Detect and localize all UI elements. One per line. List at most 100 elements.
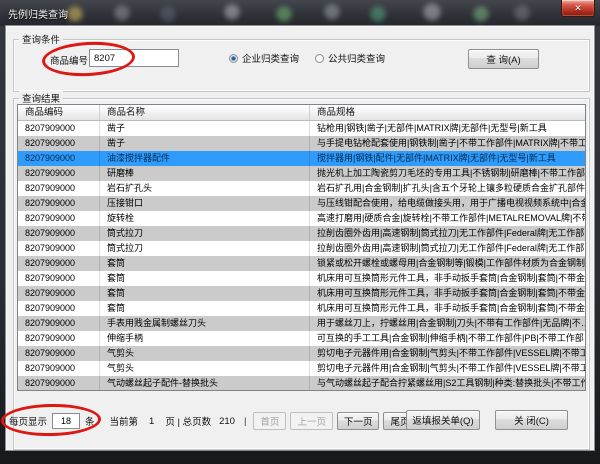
- table-cell: 与手提电钻枪配套使用|钢铁制|凿子|不带工作部件|MATRIX牌|不带工…: [310, 136, 585, 151]
- table-cell: 套筒: [100, 301, 310, 316]
- query-button[interactable]: 查 询(A): [468, 49, 539, 69]
- table-cell: 8207909000: [18, 151, 100, 166]
- table-row[interactable]: 8207909000套筒机床用可互换筒形元件工具，非手动扳手套筒|合金钢制|套筒…: [18, 286, 585, 301]
- table-row[interactable]: 8207909000油漆搅拌器配件搅拌器用|钢铁|配件|无部件|MATRIX牌|…: [18, 151, 585, 166]
- table-cell: 8207909000: [18, 331, 100, 346]
- table-cell: 8207909000: [18, 181, 100, 196]
- table-row[interactable]: 8207909000手表用贱金属制螺丝刀头用于螺丝刀上，拧螺丝用|合金钢制|刀头…: [18, 316, 585, 331]
- table-cell: 旋转栓: [100, 211, 310, 226]
- close-button[interactable]: ✕: [561, 0, 595, 17]
- per-page-label: 每页显示: [9, 414, 47, 428]
- close-icon: ✕: [574, 4, 582, 13]
- table-row[interactable]: 8207909000筒式拉刀拉削齿圈外齿用|高速钢制|筒式拉刀|无工作部件|Fe…: [18, 241, 585, 256]
- table-row[interactable]: 8207909000气剪头剪切电子元器件用|合金钢制|气剪头|不带工作部件|VE…: [18, 361, 585, 376]
- table-cell: 用于螺丝刀上，拧螺丝用|合金钢制|刀头|不带有工作部件|无品牌|不…: [310, 316, 585, 331]
- table-cell: 机床用可互换筒形元件工具，非手动扳手套筒|合金钢制|套筒|不带金刚…: [310, 271, 585, 286]
- table-row[interactable]: 8207909000伸缩手柄可互换的手工工具|合金钢制|伸缩手柄|不带工作部件|…: [18, 331, 585, 346]
- table-row[interactable]: 8207909000压接钳口与压线钳配合使用，给电缆做接头用，用于广播电视视频系…: [18, 196, 585, 211]
- table-row[interactable]: 8207909000套筒机床用可互换筒形元件工具，非手动扳手套筒|合金钢制|套筒…: [18, 301, 585, 316]
- total-pages-label: 页 | 总页数: [165, 414, 211, 428]
- dialog-window: 先例归类查询 ✕ 查询条件 商品编号 企业归类查询 公共归类查询 查 询(A) …: [0, 0, 600, 464]
- table-cell: 套筒: [100, 256, 310, 271]
- current-page-value: 1: [149, 416, 154, 427]
- table-cell: 凿子: [100, 121, 310, 136]
- table-cell: 8207909000: [18, 136, 100, 151]
- first-page-button[interactable]: 首页: [253, 412, 286, 430]
- radio-selected-icon: [229, 54, 238, 63]
- current-page-label: 当前第: [110, 414, 139, 428]
- header-product-code[interactable]: 商品编码: [18, 105, 100, 120]
- next-page-button[interactable]: 下一页: [337, 412, 380, 430]
- radio-public-label: 公共归类查询: [328, 51, 385, 65]
- table-row[interactable]: 8207909000气动螺丝起子配件-替换批头与气动螺丝起子配合拧紧螺丝用|S2…: [18, 376, 585, 391]
- pagination-separator: |: [244, 416, 246, 427]
- table-cell: 机床用可互换筒形元件工具，非手动扳手套筒|合金钢制|套筒|不带金刚…: [310, 301, 585, 316]
- table-cell: 剪切电子元器件用|合金钢制|气剪头|不带工作部件|VESSEL牌|不带工…: [310, 346, 585, 361]
- total-pages-value: 210: [219, 416, 235, 427]
- table-cell: 锁紧或松开螺栓或螺母用|合金钢制等|锻模|工作部件材质为合金钢制|…: [310, 256, 585, 271]
- table-cell: 8207909000: [18, 271, 100, 286]
- table-cell: 气剪头: [100, 346, 310, 361]
- table-cell: 可互换的手工工具|合金钢制|伸缩手柄|不带工作部件|PB|不带工作部…: [310, 331, 585, 346]
- backfill-declaration-button[interactable]: 返填报关单(Q): [406, 410, 480, 430]
- prev-page-button[interactable]: 上一页: [290, 412, 333, 430]
- radio-enterprise-label: 企业归类查询: [242, 51, 299, 65]
- table-cell: 岩石扩孔头: [100, 181, 310, 196]
- titlebar[interactable]: 先例归类查询 ✕: [0, 0, 600, 26]
- table-row[interactable]: 8207909000旋转栓高速打磨用|硬质合金|旋转栓|不带工作部件|METAL…: [18, 211, 585, 226]
- table-cell: 筒式拉刀: [100, 226, 310, 241]
- table-cell: 8207909000: [18, 301, 100, 316]
- table-cell: 套筒: [100, 286, 310, 301]
- table-cell: 8207909000: [18, 241, 100, 256]
- table-cell: 油漆搅拌器配件: [100, 151, 310, 166]
- pagination-bar: 每页显示 条 当前第 1 页 | 总页数 210 | 首页 上一页 下一页 尾页: [9, 411, 416, 431]
- table-cell: 8207909000: [18, 226, 100, 241]
- table-row[interactable]: 8207909000凿子钻枪用|钢铁|凿子|无部件|MATRIX牌|无部件|无型…: [18, 121, 585, 136]
- table-cell: 高速打磨用|硬质合金|旋转栓|不带工作部件|METALREMOVAL牌|不带工…: [310, 211, 585, 226]
- table-cell: 拉削齿圈外齿用|高速钢制|筒式拉刀|无工作部件|Federal牌|无工作部…: [310, 226, 585, 241]
- table-row[interactable]: 8207909000套筒机床用可互换筒形元件工具，非手动扳手套筒|合金钢制|套筒…: [18, 271, 585, 286]
- table-cell: 气剪头: [100, 361, 310, 376]
- table-cell: 8207909000: [18, 166, 100, 181]
- query-conditions-label: 查询条件: [19, 32, 63, 46]
- table-row[interactable]: 8207909000套筒锁紧或松开螺栓或螺母用|合金钢制等|锻模|工作部件材质为…: [18, 256, 585, 271]
- results-table-body: 8207909000凿子钻枪用|钢铁|凿子|无部件|MATRIX牌|无部件|无型…: [18, 121, 585, 391]
- product-code-input[interactable]: [89, 49, 179, 67]
- table-cell: 气动螺丝起子配件-替换批头: [100, 376, 310, 391]
- table-cell: 凿子: [100, 136, 310, 151]
- table-cell: 拉削齿圈外齿用|高速钢制|筒式拉刀|无工作部件|Federal牌|无工作部…: [310, 241, 585, 256]
- table-row[interactable]: 8207909000凿子与手提电钻枪配套使用|钢铁制|凿子|不带工作部件|MAT…: [18, 136, 585, 151]
- table-cell: 筒式拉刀: [100, 241, 310, 256]
- window-title: 先例归类查询: [8, 6, 68, 21]
- table-row[interactable]: 8207909000岩石扩孔头岩石扩孔用|合金钢制|扩孔头|含五个牙轮上镶多粒硬…: [18, 181, 585, 196]
- table-cell: 剪切电子元器件用|合金钢制|气剪头|不带工作部件|VESSEL牌|不带工…: [310, 361, 585, 376]
- radio-unselected-icon: [315, 54, 324, 63]
- table-row[interactable]: 8207909000筒式拉刀拉削齿圈外齿用|高速钢制|筒式拉刀|无工作部件|Fe…: [18, 226, 585, 241]
- radio-public-query[interactable]: 公共归类查询: [315, 51, 385, 65]
- table-cell: 手表用贱金属制螺丝刀头: [100, 316, 310, 331]
- product-code-label: 商品编号: [50, 53, 88, 67]
- table-cell: 8207909000: [18, 316, 100, 331]
- table-cell: 研磨棒: [100, 166, 310, 181]
- radio-enterprise-query[interactable]: 企业归类查询: [229, 51, 299, 65]
- table-cell: 机床用可互换筒形元件工具，非手动扳手套筒|合金钢制|套筒|不带金刚…: [310, 286, 585, 301]
- table-cell: 8207909000: [18, 196, 100, 211]
- per-page-unit: 条: [85, 414, 95, 428]
- table-cell: 8207909000: [18, 361, 100, 376]
- table-cell: 8207909000: [18, 211, 100, 226]
- table-cell: 搅拌器用|钢铁|配件|无部件|MATRIX牌|无部件|无型号|新工具: [310, 151, 585, 166]
- results-table: 商品编码 商品名称 商品规格 8207909000凿子钻枪用|钢铁|凿子|无部件…: [17, 104, 586, 391]
- table-row[interactable]: 8207909000研磨棒抛光机上加工陶瓷剪刀毛坯的专用工具|不锈钢制|研磨棒|…: [18, 166, 585, 181]
- table-cell: 8207909000: [18, 286, 100, 301]
- header-product-name[interactable]: 商品名称: [100, 105, 310, 120]
- table-cell: 8207909000: [18, 256, 100, 271]
- per-page-input[interactable]: [52, 413, 80, 429]
- dialog-close-button[interactable]: 关 闭(C): [495, 410, 568, 430]
- table-cell: 岩石扩孔用|合金钢制|扩孔头|含五个牙轮上镶多粒硬质合金扩孔部件|…: [310, 181, 585, 196]
- header-product-spec[interactable]: 商品规格: [310, 105, 585, 120]
- dialog-body: 查询条件 商品编号 企业归类查询 公共归类查询 查 询(A) 查询结果 商品编码…: [5, 25, 595, 451]
- table-row[interactable]: 8207909000气剪头剪切电子元器件用|合金钢制|气剪头|不带工作部件|VE…: [18, 346, 585, 361]
- table-cell: 8207909000: [18, 346, 100, 361]
- titlebar-glass-reflections: [0, 0, 600, 26]
- table-cell: 抛光机上加工陶瓷剪刀毛坯的专用工具|不锈钢制|研磨棒|不带工作部…: [310, 166, 585, 181]
